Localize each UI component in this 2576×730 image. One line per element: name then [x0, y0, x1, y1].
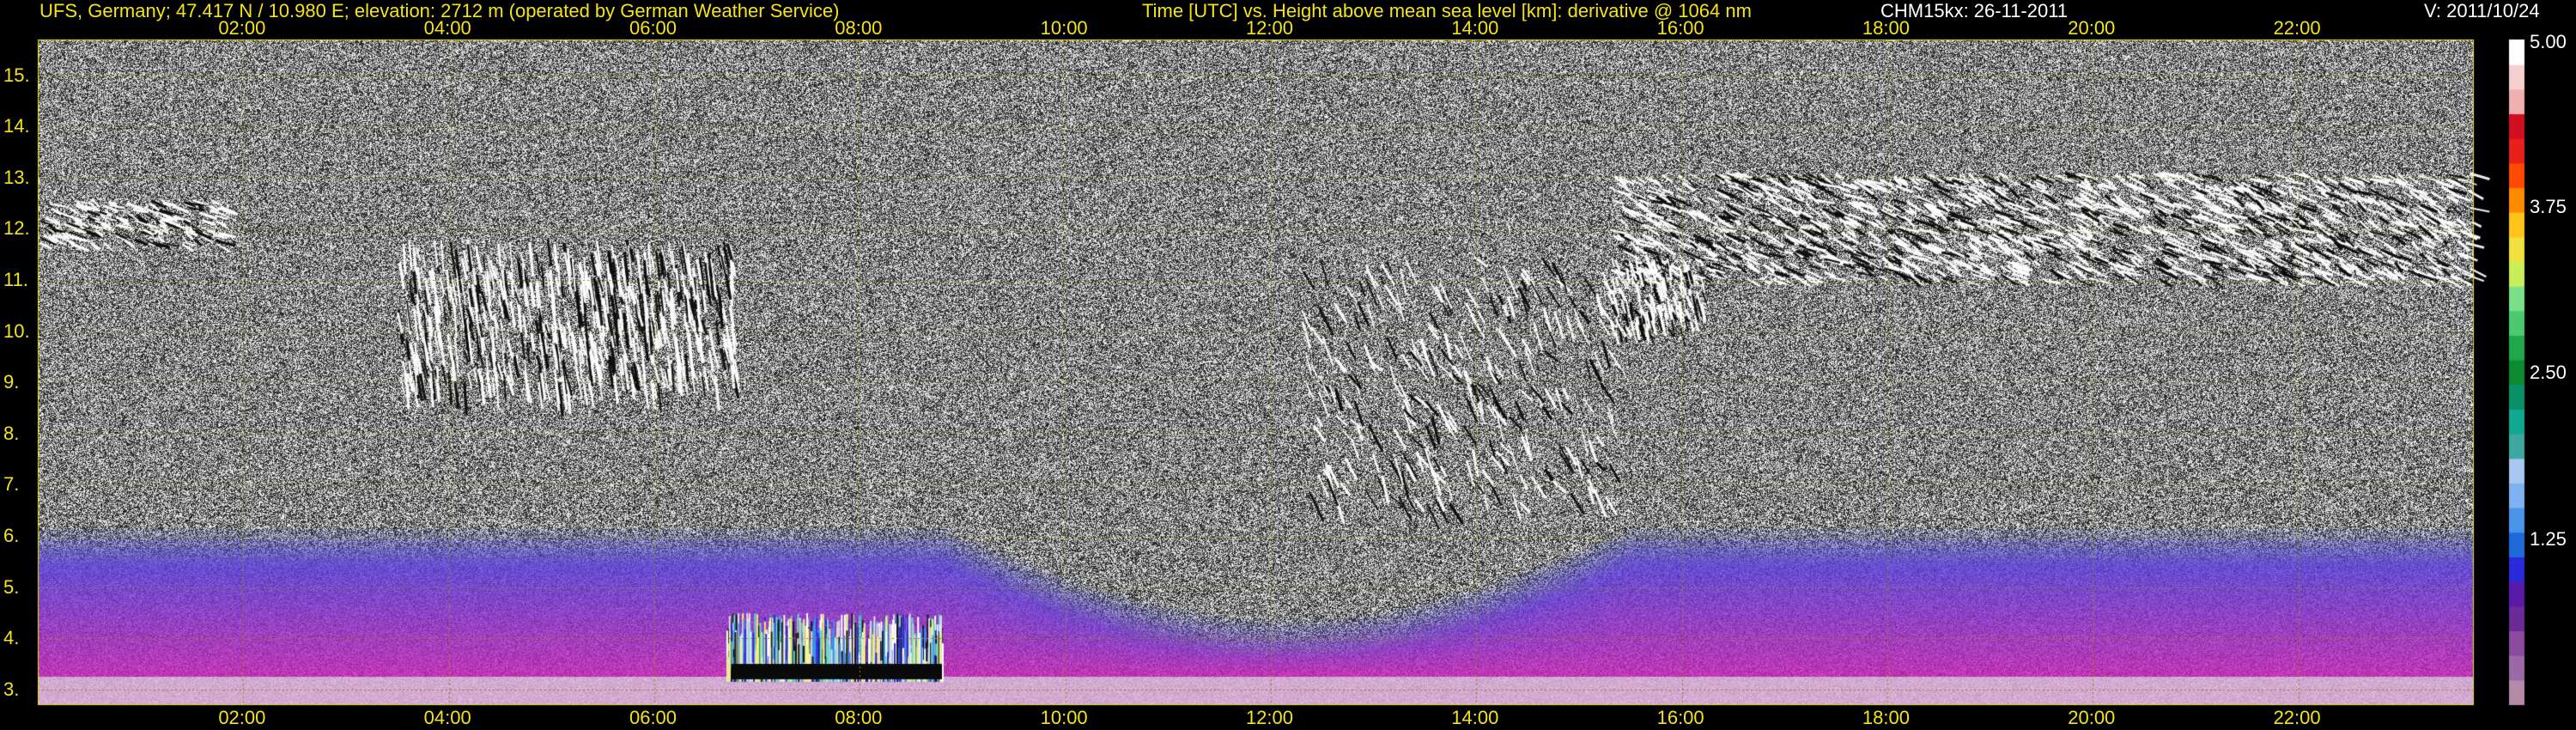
- y-tick-label: 6.: [3, 525, 20, 547]
- y-tick-label: 3.: [3, 678, 20, 700]
- y-tick-label: 5.: [3, 575, 20, 598]
- y-tick-label: 4.: [3, 627, 20, 649]
- colorbar-tick-label: 3.75: [2530, 195, 2567, 217]
- x-tick-bottom-label: 20:00: [2068, 707, 2116, 728]
- y-tick-label: 12.: [3, 217, 30, 240]
- x-tick-top-label: 06:00: [629, 17, 677, 39]
- x-tick-top-label: 02:00: [218, 17, 266, 39]
- x-tick-top-label: 18:00: [1862, 17, 1910, 39]
- x-tick-top-label: 14:00: [1451, 17, 1499, 39]
- ceilometer-plot-canvas: [0, 0, 2576, 730]
- colorbar-tick-label: 5.00: [2530, 31, 2567, 52]
- y-tick-label: 8.: [3, 422, 20, 444]
- x-tick-top-label: 20:00: [2068, 17, 2116, 39]
- version-label: V: 2011/10/24: [2424, 0, 2540, 21]
- y-tick-label: 14.: [3, 115, 30, 137]
- x-tick-top-label: 16:00: [1656, 17, 1704, 39]
- x-tick-top-label: 22:00: [2273, 17, 2321, 39]
- x-tick-bottom-label: 06:00: [629, 707, 677, 728]
- x-tick-top-label: 12:00: [1245, 17, 1293, 39]
- colorbar-tick-label: 2.50: [2530, 362, 2567, 383]
- x-tick-bottom-label: 18:00: [1862, 707, 1910, 728]
- x-tick-bottom-label: 08:00: [835, 707, 883, 728]
- y-tick-label: 10.: [3, 319, 30, 342]
- x-tick-bottom-label: 04:00: [423, 707, 471, 728]
- x-tick-bottom-label: 10:00: [1040, 707, 1088, 728]
- x-tick-bottom-label: 16:00: [1656, 707, 1704, 728]
- x-tick-top-label: 04:00: [423, 17, 471, 39]
- x-tick-bottom-label: 12:00: [1245, 707, 1293, 728]
- y-tick-label: 13.: [3, 166, 30, 188]
- y-tick-label: 15.: [3, 64, 30, 86]
- y-tick-label: 7.: [3, 473, 20, 496]
- y-tick-label: 9.: [3, 371, 20, 393]
- y-tick-label: 11.: [3, 269, 28, 291]
- colorbar-tick-label: 1.25: [2530, 527, 2567, 550]
- x-tick-bottom-label: 14:00: [1451, 707, 1499, 728]
- x-tick-bottom-label: 02:00: [218, 707, 266, 728]
- x-tick-top-label: 10:00: [1040, 17, 1088, 39]
- x-tick-bottom-label: 22:00: [2273, 707, 2321, 728]
- x-tick-top-label: 08:00: [835, 17, 883, 39]
